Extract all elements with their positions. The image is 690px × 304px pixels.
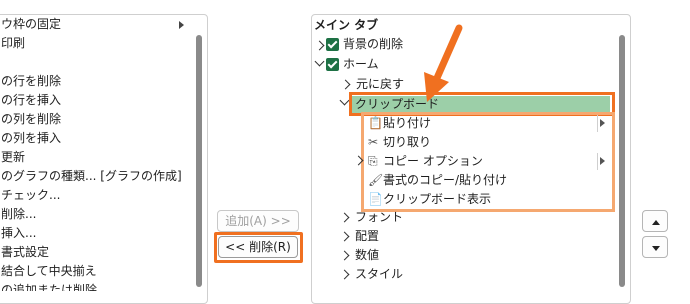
- tree-item-cut[interactable]: 切り取り: [383, 133, 431, 152]
- submenu-divider: [597, 115, 598, 132]
- list-item-label: 削除...: [1, 207, 37, 221]
- checkbox-checked-icon[interactable]: [326, 38, 339, 51]
- tree-item-format-painter[interactable]: 書式のコピー/貼り付け: [383, 171, 507, 190]
- tree-item-styles[interactable]: スタイル: [355, 265, 403, 284]
- list-item-label: 結合して中央揃え: [1, 264, 97, 278]
- triangle-down-icon: [652, 246, 660, 251]
- list-item-label: 書式設定: [1, 245, 50, 259]
- list-item[interactable]: の列を挿入: [1, 129, 61, 148]
- list-item[interactable]: 削除...: [1, 205, 36, 224]
- list-item[interactable]: チェック...: [1, 186, 60, 205]
- tree-item-number[interactable]: 数値: [355, 246, 379, 265]
- list-item-label: の行を削除: [1, 74, 62, 88]
- list-item-label: 印刷: [1, 36, 26, 50]
- expand-down-icon[interactable]: [314, 56, 325, 67]
- list-item[interactable]: のグラフの種類... [グラフの作成]: [1, 167, 182, 186]
- list-item[interactable]: 書式設定: [1, 243, 49, 262]
- list-item-label: チェック...: [1, 188, 61, 202]
- move-down-button[interactable]: [642, 236, 668, 258]
- triangle-up-icon: [652, 220, 660, 225]
- list-item-label: 挿入...: [1, 226, 37, 240]
- tree-item-alignment[interactable]: 配置: [355, 227, 379, 246]
- tree-item-home[interactable]: ホーム: [343, 55, 379, 74]
- list-item-label: の行を挿入: [1, 93, 62, 107]
- list-item-label: ウ枠の固定: [1, 17, 62, 31]
- list-item[interactable]: ウ枠の固定: [1, 15, 61, 34]
- list-item[interactable]: の列を削除: [1, 110, 61, 129]
- tree-item-clipboard-show[interactable]: クリップボード表示: [383, 190, 491, 209]
- list-item-label: のグラフの種類... [グラフの作成]: [1, 169, 182, 183]
- right-scrollbar-thumb[interactable]: [619, 35, 625, 287]
- left-scrollbar[interactable]: [193, 15, 205, 303]
- list-item[interactable]: 印刷: [1, 34, 25, 53]
- submenu-divider: [597, 153, 598, 170]
- clipboard-icon: 📄: [368, 192, 383, 206]
- available-commands-list[interactable]: ウ枠の固定 印刷 の行を削除 の行を挿入 の列を削除 の列を挿入 更新 のグラフ…: [0, 14, 208, 304]
- list-item[interactable]: の行を挿入: [1, 91, 61, 110]
- tree-item-paste[interactable]: 貼り付け: [383, 114, 431, 133]
- submenu-arrow-icon[interactable]: [600, 157, 605, 165]
- move-up-button[interactable]: [642, 210, 668, 232]
- list-item[interactable]: 結合して中央揃え: [1, 262, 97, 281]
- annotation-arrow-icon: [424, 24, 463, 102]
- right-scrollbar[interactable]: [616, 15, 628, 303]
- list-item-label: の列を削除: [1, 112, 62, 126]
- list-item-label: の列を挿入: [1, 131, 62, 145]
- remove-button-highlight: [214, 232, 303, 263]
- expand-right-icon[interactable]: [340, 79, 351, 90]
- list-item[interactable]: の行を削除: [1, 72, 61, 91]
- list-item[interactable]: 更新: [1, 148, 25, 167]
- checkbox-checked-icon[interactable]: [326, 58, 339, 71]
- left-scrollbar-thumb[interactable]: [196, 35, 202, 287]
- add-button[interactable]: 追加(A) >>: [217, 210, 299, 232]
- submenu-arrow-icon: [179, 21, 184, 29]
- submenu-arrow-icon[interactable]: [600, 119, 605, 127]
- tree-header: メイン タブ: [314, 18, 379, 32]
- copy-icon: ⎘: [368, 154, 378, 168]
- tree-item-copy-options[interactable]: コピー オプション: [383, 152, 483, 171]
- list-item[interactable]: 挿入...: [1, 224, 36, 243]
- list-item-label: 更新: [1, 150, 26, 164]
- paste-icon: 📋: [368, 116, 383, 130]
- tree-item-background-removal[interactable]: 背景の削除: [343, 35, 403, 54]
- tree-item-font[interactable]: フォント: [355, 208, 403, 227]
- scissors-icon: ✂: [368, 135, 379, 149]
- expand-right-icon[interactable]: [314, 40, 325, 51]
- format-painter-icon: 🖌: [368, 173, 384, 187]
